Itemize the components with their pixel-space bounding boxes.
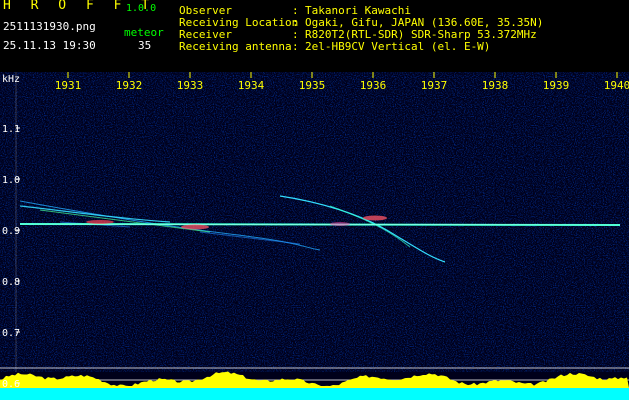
time-tick-label: 1937 xyxy=(421,79,448,92)
spectrogram: 1931 1932 1933 1934 1935 1936 1937 1938 1939 1940… xyxy=(0,72,629,400)
y-tick-label: 1.1 xyxy=(2,124,20,135)
y-tick-label: 0.6 xyxy=(2,379,20,390)
info-value-antenna: 2el-HB9CV Vertical (el. E-W) xyxy=(305,40,491,53)
meteor-label: meteor xyxy=(124,26,164,39)
time-tick-label: 1931 xyxy=(55,79,82,92)
y-tick-label: 0.7 xyxy=(2,328,20,339)
header-panel: H R O F F T 1.0.0 2511131930.png meteor … xyxy=(0,0,629,72)
signal-baseline xyxy=(0,388,629,400)
y-axis-unit: kHz xyxy=(2,74,20,85)
meteor-hotspot xyxy=(363,215,387,221)
info-colon: : xyxy=(292,40,299,53)
meteor-hotspot xyxy=(181,224,209,230)
time-tick-label: 1940 xyxy=(604,79,629,92)
time-tick-label: 1932 xyxy=(116,79,143,92)
time-tick-label: 1936 xyxy=(360,79,387,92)
time-tick-label: 1935 xyxy=(299,79,326,92)
meteor-hotspot xyxy=(86,220,114,224)
meteor-hotspot xyxy=(330,222,350,226)
date-time: 25.11.13 19:30 xyxy=(3,39,96,52)
time-tick-label: 1933 xyxy=(177,79,204,92)
time-tick-label: 1939 xyxy=(543,79,570,92)
y-tick-label: 0.8 xyxy=(2,277,20,288)
y-tick-label: 0.9 xyxy=(2,226,20,237)
y-tick-label: 1.0 xyxy=(2,175,20,186)
meteor-count: 35 xyxy=(138,39,152,52)
app-version: 1.0.0 xyxy=(126,3,157,14)
time-tick-label: 1934 xyxy=(238,79,265,92)
file-name: 2511131930.png xyxy=(3,20,96,33)
info-label-antenna: Receiving antenna xyxy=(179,40,292,53)
time-tick-label: 1938 xyxy=(482,79,509,92)
